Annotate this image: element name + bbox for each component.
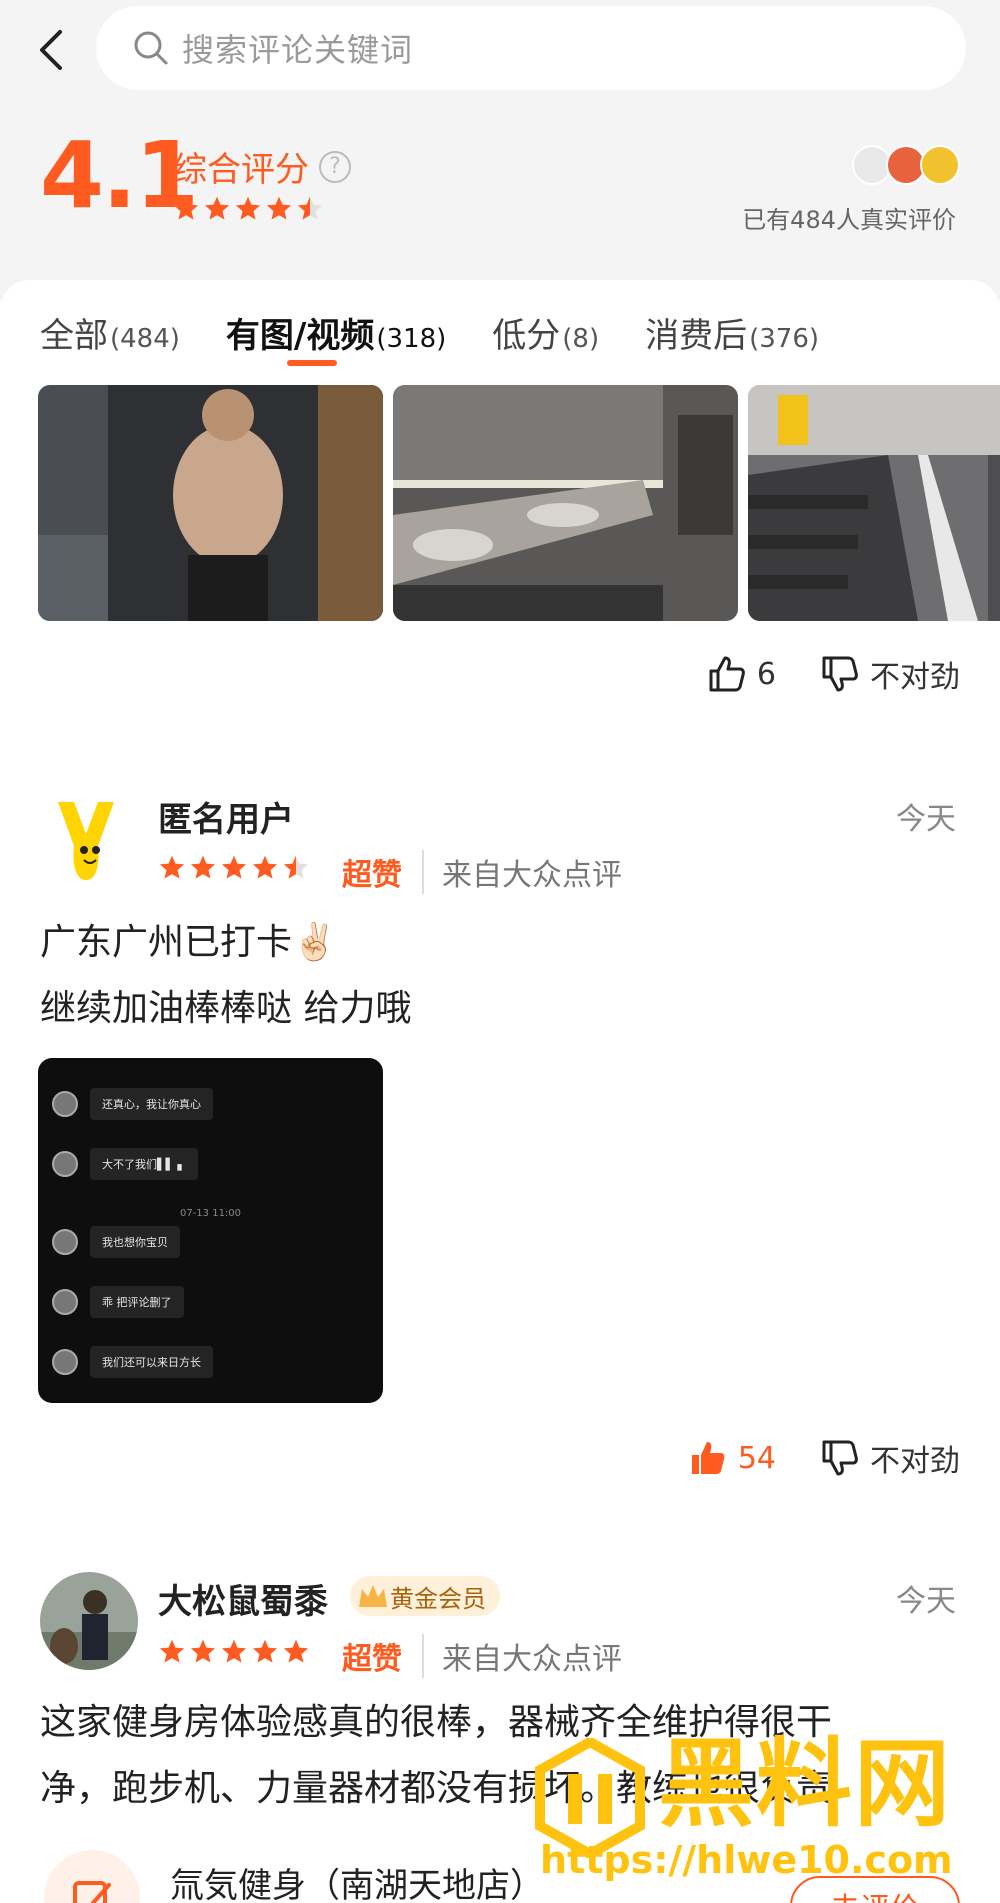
review-photo[interactable] (393, 385, 738, 621)
thumbs-down-icon (822, 656, 858, 692)
star-icon (204, 196, 230, 220)
tab-count: (376) (749, 324, 820, 354)
avatar[interactable] (40, 788, 138, 886)
dislike-label: 不对劲 (870, 660, 960, 695)
review-photo[interactable] (748, 385, 1000, 621)
overall-star-rating (172, 195, 324, 223)
active-tab-indicator (287, 360, 337, 366)
avatar (920, 145, 960, 185)
dislike-label: 不对劲 (870, 1444, 960, 1479)
rating-grade: 超赞 (342, 858, 402, 893)
avatar (52, 1229, 78, 1255)
tab-count: (484) (110, 324, 180, 354)
chat-timestamp: 07-13 11:00 (179, 1208, 242, 1219)
review-actions: 6 不对劲 (707, 652, 960, 696)
member-badge: 黄金会员 (350, 1576, 500, 1616)
avatar[interactable] (40, 1572, 138, 1670)
avatar (52, 1151, 78, 1177)
star-icon (190, 1639, 216, 1663)
back-button[interactable] (30, 22, 70, 78)
badge-label: 黄金会员 (390, 1584, 486, 1613)
tab-count: (8) (562, 324, 600, 354)
tab-all[interactable]: 全部 (484) (40, 308, 180, 368)
reviewer-name[interactable]: 匿名用户 (158, 792, 294, 841)
tab-with-media[interactable]: 有图/视频 (318) (226, 308, 446, 368)
chat-bubble: 还真心，我让你真心 (90, 1088, 213, 1120)
review-filter-tabs: 全部 (484) 有图/视频 (318) 低分 (8) 消费后 (376) (0, 308, 1000, 368)
star-icon (283, 1639, 309, 1663)
chat-message: 大不了我们▌▌ ▖ (52, 1148, 198, 1180)
like-button[interactable]: 6 (707, 654, 776, 694)
search-placeholder: 搜索评论关键词 (182, 31, 414, 69)
review-text: 广东广州已打卡✌🏻 继续加油棒棒哒 给力哦 (40, 910, 960, 1042)
star-icon (235, 196, 261, 220)
search-input[interactable]: 搜索评论关键词 (96, 6, 966, 90)
star-icon (252, 1639, 278, 1663)
tab-label: 有图/视频 (225, 316, 375, 356)
review-text-line: 继续加油棒棒哒 给力哦 (40, 988, 412, 1029)
search-icon (134, 31, 168, 65)
watermark: 黑料网 https://hlwe10.com (530, 1728, 980, 1882)
avatar (52, 1289, 78, 1315)
review-count-text: 已有484人真实评价 (742, 206, 956, 234)
watermark-url: https://hlwe10.com (540, 1838, 953, 1882)
chat-bubble: 大不了我们▌▌ ▖ (90, 1148, 198, 1180)
star-icon (252, 855, 278, 879)
chat-message: 乖 把评论删了 (52, 1286, 184, 1318)
tab-low-score[interactable]: 低分 (8) (492, 308, 599, 368)
avatar (52, 1349, 78, 1375)
review-source: 来自大众点评 (422, 850, 622, 894)
review-time: 今天 (896, 1584, 956, 1619)
watermark-title: 黑料网 (658, 1728, 952, 1840)
star-icon (221, 1639, 247, 1663)
review-text-line: 广东广州已打卡✌🏻 (40, 922, 337, 963)
score-label-text: 综合评分 (173, 150, 309, 190)
thumbs-up-icon (709, 656, 745, 692)
star-icon (297, 196, 323, 220)
like-count: 6 (756, 656, 776, 692)
chat-bubble: 乖 把评论删了 (90, 1286, 184, 1318)
dislike-button[interactable]: 不对劲 (820, 1436, 960, 1480)
overall-score-label: 综合评分 ? (173, 142, 351, 191)
star-icon (283, 855, 309, 879)
review-star-rating (158, 1638, 310, 1666)
star-icon (221, 855, 247, 879)
tab-count: (318) (376, 324, 447, 354)
tab-label: 全部 (40, 316, 108, 356)
star-icon (173, 196, 199, 220)
reviewer-avatars (852, 145, 960, 185)
tab-label: 消费后 (645, 316, 748, 356)
chat-message: 我们还可以来日方长 (52, 1346, 213, 1378)
chat-bubble: 我也想你宝贝 (90, 1226, 180, 1258)
tab-label: 低分 (492, 316, 561, 356)
chat-message: 还真心，我让你真心 (52, 1088, 213, 1120)
rating-grade: 超赞 (342, 1642, 402, 1677)
review-actions: 54 不对劲 (688, 1436, 960, 1480)
shop-name[interactable]: 氚気健身（南湖天地店） (170, 1858, 544, 1903)
review-source: 来自大众点评 (422, 1634, 622, 1678)
chat-bubble: 我们还可以来日方长 (90, 1346, 213, 1378)
like-count: 54 (737, 1440, 776, 1476)
crown-hand-icon (359, 1585, 387, 1607)
like-button[interactable]: 54 (688, 1438, 776, 1478)
dislike-button[interactable]: 不对劲 (820, 652, 960, 696)
review-time: 今天 (896, 802, 956, 837)
review-photo[interactable] (38, 385, 383, 621)
star-icon (266, 196, 292, 220)
help-icon[interactable]: ? (319, 150, 351, 183)
review-photo[interactable]: 还真心，我让你真心 大不了我们▌▌ ▖ 07-13 11:00 我也想你宝贝 乖… (38, 1058, 383, 1403)
back-arrow-icon (40, 30, 62, 70)
tab-after-purchase[interactable]: 消费后 (376) (645, 308, 819, 368)
avatar (52, 1091, 78, 1117)
thumbs-up-filled-icon (691, 1442, 725, 1474)
star-icon (159, 1639, 185, 1663)
write-review-icon[interactable] (44, 1850, 140, 1903)
chat-message: 我也想你宝贝 (52, 1226, 180, 1258)
review-star-rating (158, 854, 310, 882)
star-icon (190, 855, 216, 879)
star-icon (159, 855, 185, 879)
thumbs-down-icon (822, 1440, 858, 1476)
reviewer-name[interactable]: 大松鼠蜀黍 (158, 1574, 328, 1623)
review-photos (38, 385, 1000, 621)
